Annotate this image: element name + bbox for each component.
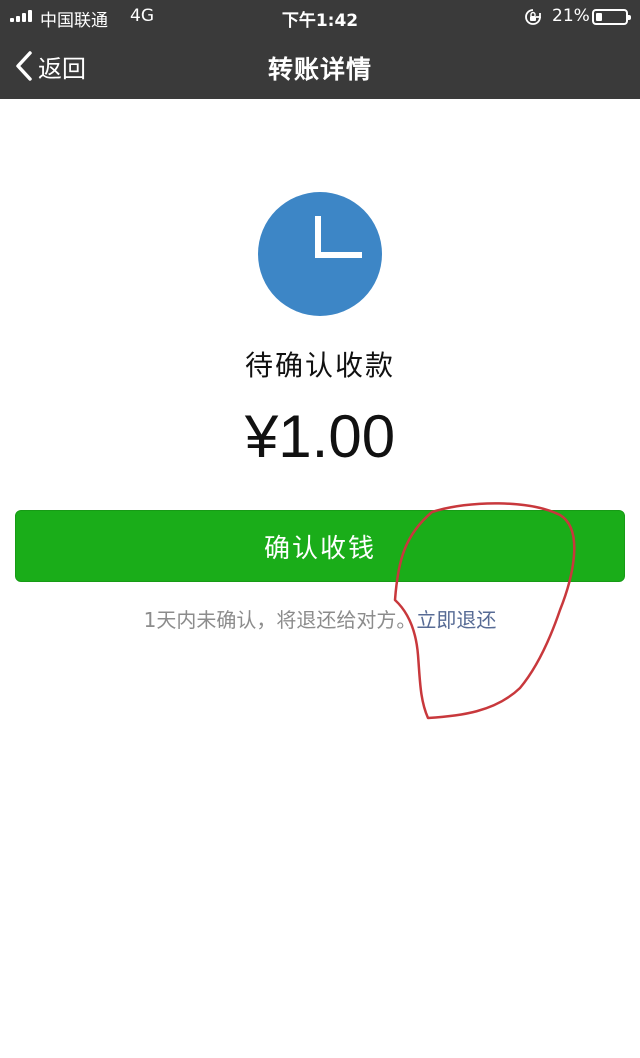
top-bar: 中国联通 4G 下午1:42 21% 返回 转账详情 <box>0 0 640 99</box>
rotation-lock-icon <box>525 9 541 25</box>
transfer-status: 待确认收款 <box>244 349 395 382</box>
battery-fill <box>596 13 602 21</box>
navigation-bar: 返回 转账详情 <box>0 34 640 99</box>
status-bar: 中国联通 4G 下午1:42 21% <box>0 0 640 34</box>
transfer-detail-screen: 中国联通 4G 下午1:42 21% 返回 转账详情 待确认收款 ¥1.00 确… <box>0 0 640 1058</box>
page-title: 转账详情 <box>267 55 372 84</box>
confirm-receive-button[interactable]: 确认收钱 <box>15 510 625 582</box>
refund-note-text: 1天内未确认，将退还给对方。 <box>143 608 417 632</box>
status-time: 下午1:42 <box>281 11 359 31</box>
battery-percent: 21% <box>552 6 590 26</box>
refund-now-link[interactable]: 立即退还 <box>416 608 496 632</box>
refund-note: 1天内未确认，将退还给对方。立即退还 <box>0 604 640 633</box>
battery-icon <box>592 9 631 25</box>
transfer-amount: ¥1.00 <box>244 403 396 470</box>
clock-icon <box>258 192 382 316</box>
